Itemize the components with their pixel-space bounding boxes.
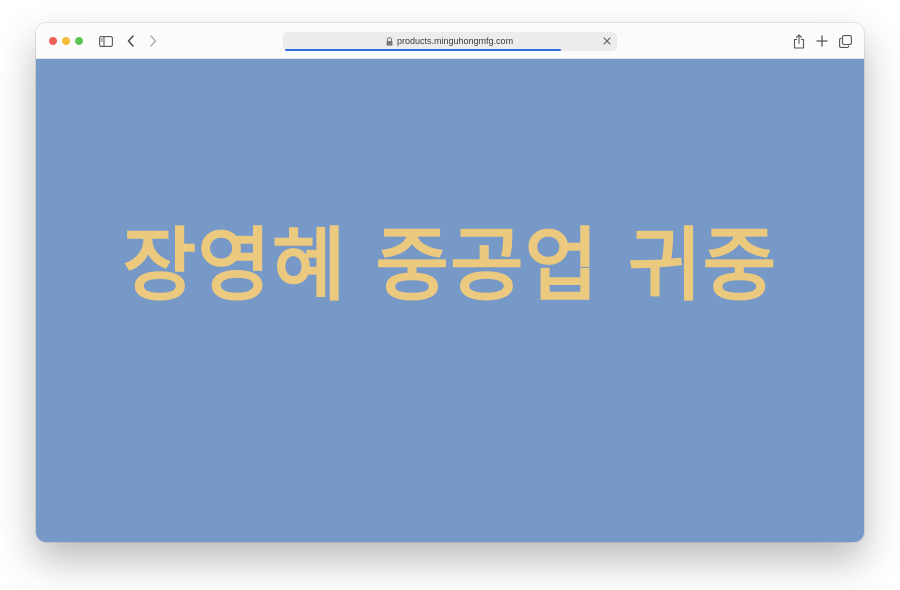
window-minimize-button[interactable] — [62, 37, 70, 45]
page-load-progress — [285, 49, 561, 51]
url-text: products.minguhongmfg.com — [397, 36, 514, 46]
address-bar[interactable]: products.minguhongmfg.com — [283, 32, 617, 51]
chevron-left-icon[interactable] — [124, 32, 138, 50]
chevron-right-icon[interactable] — [146, 32, 160, 50]
page-headline: 장영혜 중공업 귀중 — [122, 218, 778, 312]
browser-window: products.minguhongmfg.com 장영혜 중공업 귀중 — [36, 23, 864, 542]
sidebar-icon[interactable] — [98, 32, 114, 50]
close-icon[interactable] — [602, 36, 612, 46]
share-icon[interactable] — [792, 32, 806, 50]
tabs-overview-icon[interactable] — [838, 32, 852, 50]
page-content: 장영혜 중공업 귀중 — [36, 59, 864, 542]
window-close-button[interactable] — [49, 37, 57, 45]
browser-toolbar: products.minguhongmfg.com — [36, 23, 864, 59]
plus-icon[interactable] — [815, 32, 829, 50]
lock-icon — [386, 37, 393, 46]
window-maximize-button[interactable] — [75, 37, 83, 45]
